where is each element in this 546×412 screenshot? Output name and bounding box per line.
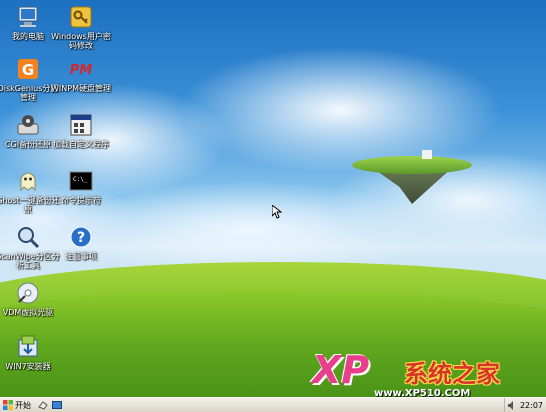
installer-icon (18, 335, 38, 357)
desktop[interactable]: 我的电脑 G DiskGenius分区管理 CGI备份还原 Ghost一键备份还… (0, 0, 546, 397)
mouse-cursor-icon (272, 205, 282, 219)
watermark-url: www.XP510.COM (374, 388, 471, 397)
computer-icon (18, 6, 38, 27)
taskbar: 开始 22:07 (0, 397, 546, 412)
svg-text:C:\_: C:\_ (73, 176, 88, 183)
wallpaper-floating-island (352, 150, 472, 210)
windows-logo-icon (3, 400, 13, 410)
clock[interactable]: 22:07 (520, 401, 543, 410)
start-button[interactable]: 开始 (1, 399, 35, 411)
desktop-icon-label: VDM虚拟光驱 (2, 308, 54, 317)
ghost-icon (20, 172, 36, 192)
program-icon (70, 114, 92, 136)
cmd-icon: C:\_ (69, 171, 93, 191)
desktop-icon-windows-password[interactable]: Windows用户密码修改 (48, 4, 114, 50)
desktop-icon-label: WINPM硬盘管理 (51, 84, 111, 93)
quicklaunch-eraser-icon[interactable] (38, 400, 48, 410)
desktop-icon-help[interactable]: ? 注意事项 (48, 224, 114, 261)
cd-icon (17, 282, 39, 304)
quicklaunch-desktop-icon[interactable] (52, 400, 62, 410)
scan-icon (18, 227, 40, 249)
watermark-xp-logo: XP (312, 348, 370, 392)
svg-text:PM: PM (70, 63, 93, 78)
pm-icon: PM (70, 63, 93, 78)
help-icon: ? (70, 226, 92, 248)
desktop-icon-label: 加载自定义程序 (53, 140, 109, 149)
brand-watermark: XP 系统之家 www.XP510.COM (312, 350, 546, 397)
volume-icon[interactable] (507, 400, 517, 410)
key-icon (70, 6, 92, 28)
desktop-icon-label: 命令提示符 (61, 196, 101, 205)
desktop-icon-label: WIN7安装器 (5, 362, 51, 371)
watermark-brand-name: 系统之家 (404, 360, 500, 388)
desktop-icon-custom-tool[interactable]: 加载自定义程序 (48, 112, 114, 149)
desktop-icon-win7-installer[interactable]: WIN7安装器 (0, 334, 61, 371)
svg-text:G: G (22, 61, 34, 79)
start-label: 开始 (15, 400, 31, 410)
cgi-icon (17, 115, 39, 135)
desktop-icon-cmd[interactable]: C:\_ 命令提示符 (48, 168, 114, 205)
desktop-icon-label: Windows用户密码修改 (51, 32, 111, 50)
desktop-icon-winpm[interactable]: PM WINPM硬盘管理 (48, 56, 114, 93)
svg-text:?: ? (77, 230, 85, 246)
diskgenius-icon: G (18, 59, 38, 79)
desktop-icon-vdm[interactable]: VDM虚拟光驱 (0, 280, 61, 317)
desktop-icon-label: 注意事项 (65, 252, 97, 261)
system-tray: 22:07 (503, 398, 546, 412)
